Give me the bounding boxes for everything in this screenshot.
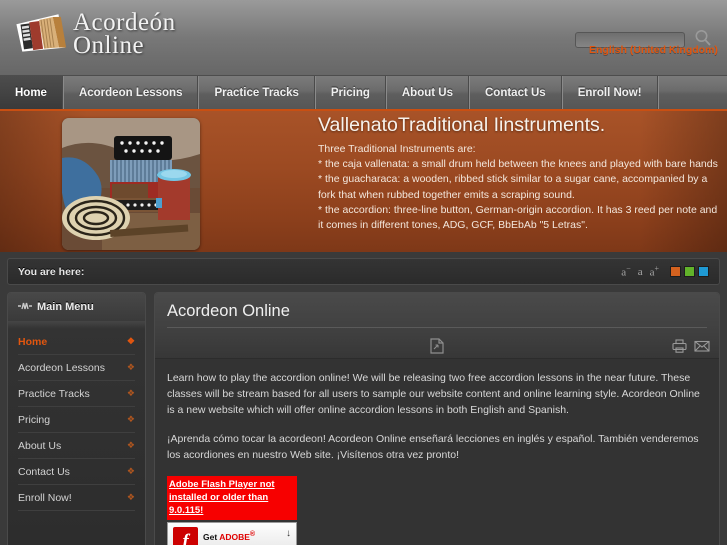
site-header: Acordeón Online English (United Kingdom)	[0, 0, 727, 76]
chevron-right-icon: ❖	[126, 492, 135, 502]
logo-text: Acordeón Online	[73, 10, 176, 59]
list-item: Home ❖	[18, 329, 135, 355]
flash-get-word: Get	[203, 531, 220, 542]
sidebar-item-label: Acordeon Lessons	[18, 361, 105, 374]
content-tools-right	[672, 339, 710, 358]
swatch-blue[interactable]	[698, 266, 709, 277]
sidebar-item-practice-tracks[interactable]: Practice Tracks ❖	[18, 381, 135, 406]
content-header: Acordeon Online	[155, 293, 719, 335]
sidebar-module-title: Main Menu	[37, 301, 94, 313]
body-wrap: Main Menu Home ❖ Acordeon Lessons ❖ Practi…	[0, 285, 727, 545]
sidebar-item-home[interactable]: Home ❖	[18, 329, 135, 354]
swatch-green[interactable]	[684, 266, 695, 277]
sidebar-item-about-us[interactable]: About Us ❖	[18, 433, 135, 458]
nav-item-enroll-now[interactable]: Enroll Now!	[561, 76, 658, 109]
site-logo[interactable]: Acordeón Online	[13, 10, 176, 59]
chevron-right-icon: ❖	[126, 414, 135, 424]
flash-adobe-reg: ®	[249, 530, 256, 539]
chevron-right-icon: ❖	[126, 440, 135, 450]
nav-item-home[interactable]: Home	[0, 76, 63, 109]
sidebar-item-label: Enroll Now!	[18, 491, 72, 504]
sidebar-item-label: Practice Tracks	[18, 387, 90, 400]
logo-line-2: Online	[73, 32, 145, 59]
sidebar-menu: Home ❖ Acordeon Lessons ❖ Practice Tracks ❖…	[8, 329, 145, 511]
content-toolbar	[155, 335, 719, 359]
language-label[interactable]: English (United Kingdom)	[589, 44, 718, 56]
banner-title: VallenatoTraditional Iinstruments.	[318, 114, 606, 136]
nav-item-practice-tracks[interactable]: Practice Tracks	[198, 76, 315, 109]
nav-item-contact-us[interactable]: Contact Us	[468, 76, 562, 109]
nav-item-about-us[interactable]: About Us	[385, 76, 469, 109]
content-panel: Acordeon Online Learn how to play the ac…	[154, 292, 720, 545]
sidebar-item-label: Contact Us	[18, 465, 70, 478]
sidebar: Main Menu Home ❖ Acordeon Lessons ❖ Practi…	[7, 292, 146, 545]
flash-alert-text: Adobe Flash Player not installed or olde…	[167, 476, 297, 520]
nav-item-pricing[interactable]: Pricing	[314, 76, 386, 109]
font-decrease-button[interactable]: a−	[621, 264, 630, 279]
sidebar-module-header: Main Menu	[8, 293, 145, 321]
list-item: Enroll Now! ❖	[18, 485, 135, 511]
vallenato-instruments-photo	[62, 118, 200, 250]
sidebar-item-label: Home	[18, 335, 48, 348]
sidebar-item-label: About Us	[18, 439, 62, 452]
sidebar-item-label: Pricing	[18, 413, 51, 426]
search-area: English (United Kingdom)	[575, 29, 718, 59]
flash-alert-line-2: installed or older than 9.0.115!	[169, 492, 269, 516]
paragraph-english: Learn how to play the accordion online! …	[167, 372, 700, 416]
nav-item-acordeon-lessons[interactable]: Acordeon Lessons	[62, 76, 199, 109]
title-divider	[167, 327, 707, 328]
sidebar-item-acordeon-lessons[interactable]: Acordeon Lessons ❖	[18, 355, 135, 380]
list-item: Acordeon Lessons ❖	[18, 355, 135, 381]
list-item: Pricing ❖	[18, 407, 135, 433]
font-reset-button[interactable]: a	[638, 266, 643, 278]
flash-adobe-word: ADOBE	[219, 531, 250, 542]
breadcrumb-label: You are here:	[18, 265, 85, 278]
download-arrow-icon: ↓	[286, 528, 291, 539]
flash-player-notice: Adobe Flash Player not installed or olde…	[167, 476, 297, 545]
sidebar-item-pricing[interactable]: Pricing ❖	[18, 407, 135, 432]
pdf-icon[interactable]	[430, 338, 444, 359]
menu-glyph-icon	[18, 298, 32, 316]
banner-text: VallenatoTraditional Iinstruments. Three…	[318, 111, 721, 233]
chevron-right-icon: ❖	[126, 362, 135, 372]
nav-filler	[657, 76, 727, 109]
list-item: Contact Us ❖	[18, 459, 135, 485]
flash-button-label: Get ADOBE® FLASH® PLAYER	[203, 529, 274, 545]
hero-banner: VallenatoTraditional Iinstruments. Three…	[0, 111, 727, 252]
content-body: Learn how to play the accordion online! …	[155, 359, 719, 545]
banner-line-3: * the guacharaca: a wooden, ribbed stick…	[318, 173, 708, 201]
sidebar-divider	[8, 321, 145, 329]
swatch-orange[interactable]	[670, 266, 681, 277]
banner-line-2: * the caja vallenata: a small drum held …	[318, 158, 718, 171]
sidebar-item-contact-us[interactable]: Contact Us ❖	[18, 459, 135, 484]
list-item: Practice Tracks ❖	[18, 381, 135, 407]
accordion-icon	[13, 11, 67, 57]
get-flash-player-button[interactable]: f Get ADOBE® FLASH® PLAYER ↓	[167, 522, 297, 545]
breadcrumb-tools: a− a a+	[621, 264, 709, 279]
breadcrumb: You are here: a− a a+	[7, 258, 720, 285]
page-title: Acordeon Online	[167, 302, 290, 320]
page-root: Acordeón Online English (United Kingdom)…	[0, 0, 727, 545]
printer-icon[interactable]	[672, 339, 687, 358]
banner-body: Three Traditional Instruments are: * the…	[318, 142, 721, 233]
email-icon[interactable]	[694, 339, 710, 358]
banner-line-1: Three Traditional Instruments are:	[318, 143, 476, 155]
theme-swatches	[670, 266, 709, 277]
banner-line-4: * the accordion: three-line button, Germ…	[318, 203, 718, 232]
chevron-right-icon: ❖	[126, 466, 135, 476]
sidebar-item-enroll-now[interactable]: Enroll Now! ❖	[18, 485, 135, 510]
font-increase-button[interactable]: a+	[650, 264, 659, 279]
chevron-right-icon: ❖	[126, 388, 135, 398]
chevron-right-icon: ❖	[126, 336, 135, 346]
list-item: About Us ❖	[18, 433, 135, 459]
flash-alert-line-1: Adobe Flash Player not	[169, 479, 275, 490]
breadcrumb-wrap: You are here: a− a a+	[0, 252, 727, 285]
main-navigation: Home Acordeon Lessons Practice Tracks Pr…	[0, 76, 727, 111]
paragraph-spanish: ¡Aprenda cómo tocar la acordeon! Acordeo…	[167, 433, 699, 461]
flash-logo-icon: f	[173, 527, 198, 545]
